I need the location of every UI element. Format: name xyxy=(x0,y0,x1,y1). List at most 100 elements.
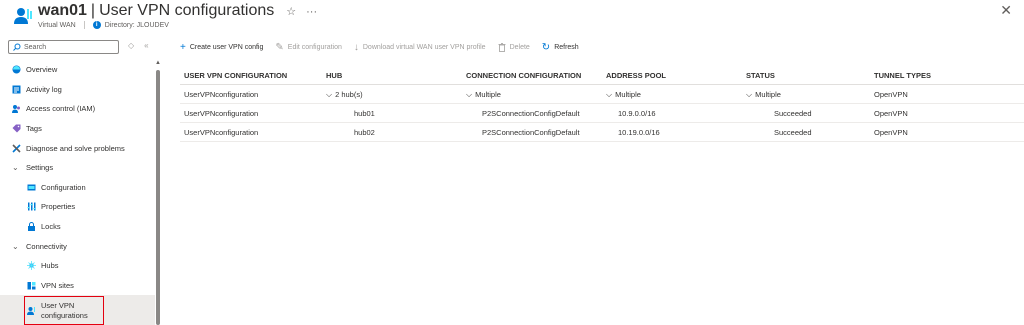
more-options-icon[interactable]: ··· xyxy=(306,6,317,18)
properties-icon xyxy=(27,202,36,211)
download-profile-button[interactable]: ↓ Download virtual WAN user VPN profile xyxy=(354,42,486,53)
scroll-thumb[interactable] xyxy=(156,70,160,325)
table-cell: P2SConnectionConfigDefault xyxy=(482,128,580,137)
sidebar-group-label: Settings xyxy=(26,163,54,173)
download-icon: ↓ xyxy=(353,41,359,53)
column-header[interactable]: TUNNEL TYPES xyxy=(874,66,931,85)
table-cell: UserVPNconfiguration xyxy=(184,90,259,99)
lock-icon xyxy=(28,222,35,232)
refresh-button[interactable]: ↻ Refresh xyxy=(542,42,579,53)
table-cell: OpenVPN xyxy=(874,90,908,99)
sidebar-item-label: Activity log xyxy=(26,84,62,94)
table-row[interactable]: UserVPNconfiguration hub01 P2SConnection… xyxy=(180,104,1024,123)
page-header: wan01 | User VPN configurations ☆ ··· Vi… xyxy=(0,0,1024,34)
configuration-icon xyxy=(27,184,36,191)
column-header[interactable]: HUB xyxy=(326,66,342,85)
table-group-row[interactable]: UserVPNconfiguration ⌵ 2 hub(s) ⌵ Multiple… xyxy=(180,85,1024,104)
activity-log-icon xyxy=(12,85,21,94)
sidebar-item-hubs[interactable]: Hubs xyxy=(0,256,155,276)
sidebar-item-diagnose[interactable]: Diagnose and solve problems xyxy=(0,138,155,158)
table-cell: 10.9.0.0/16 xyxy=(618,109,656,118)
favorite-star-icon[interactable]: ☆ xyxy=(286,5,296,18)
search-placeholder: Search xyxy=(24,43,47,51)
column-header[interactable]: CONNECTION CONFIGURATION xyxy=(466,66,581,85)
sidebar-item-label: Hubs xyxy=(41,261,59,271)
divider xyxy=(83,21,85,29)
table-cell: OpenVPN xyxy=(874,128,908,137)
overview-icon xyxy=(12,65,21,74)
hub-expand-toggle[interactable]: ⌵ 2 hub(s) xyxy=(326,85,363,104)
table-row[interactable]: UserVPNconfiguration hub02 P2SConnection… xyxy=(180,123,1024,142)
sidebar-item-user-vpn-configurations[interactable]: User VPN configurations xyxy=(0,295,155,325)
connection-expand-toggle[interactable]: ⌵ Multiple xyxy=(466,85,501,104)
sidebar-item-label: Tags xyxy=(26,124,42,134)
edit-configuration-button[interactable]: ✎ Edit configuration xyxy=(275,42,341,53)
collapse-sidebar-icon[interactable]: « xyxy=(144,41,158,50)
sidebar-scrollbar[interactable]: ▲ xyxy=(155,60,161,325)
command-bar: + Create user VPN config ✎ Edit configur… xyxy=(180,40,591,54)
chevron-down-icon: ⌄ xyxy=(12,241,19,251)
sidebar-item-label: Locks xyxy=(41,222,61,232)
chevron-down-icon: ⌵ xyxy=(326,89,333,99)
sidebar-item-vpn-sites[interactable]: VPN sites xyxy=(0,276,155,296)
refresh-icon: ↻ xyxy=(541,41,551,53)
scroll-up-icon[interactable]: ▲ xyxy=(155,60,161,66)
resource-type: Virtual WAN xyxy=(38,21,76,29)
sidebar-item-tags[interactable]: Tags xyxy=(0,119,155,139)
sidebar-item-overview[interactable]: Overview xyxy=(0,60,155,80)
column-header[interactable]: STATUS xyxy=(746,66,775,85)
sidebar-item-label: Diagnose and solve problems xyxy=(26,143,125,153)
column-header[interactable]: ADDRESS POOL xyxy=(606,66,666,85)
table-cell: 10.19.0.0/16 xyxy=(618,128,660,137)
search-input[interactable]: Search xyxy=(8,40,119,54)
sidebar-group-settings[interactable]: ⌄ Settings xyxy=(0,158,155,178)
address-pool-expand-toggle[interactable]: ⌵ Multiple xyxy=(606,85,641,104)
page-title: User VPN configurations xyxy=(99,2,275,19)
create-user-vpn-config-button[interactable]: + Create user VPN config xyxy=(180,42,263,53)
directory-label: Directory: JLOUDEV xyxy=(104,21,169,29)
sidebar-item-activity-log[interactable]: Activity log xyxy=(0,80,155,100)
sidebar-item-label: Overview xyxy=(26,65,58,75)
table-cell: UserVPNconfiguration xyxy=(184,128,259,137)
sidebar-nav: Overview Activity log Access control (IA… xyxy=(0,60,155,325)
chevron-down-icon: ⌵ xyxy=(746,89,753,99)
table-cell: Multiple xyxy=(475,90,501,99)
edit-pencil-icon: ✎ xyxy=(275,41,284,53)
table-cell: UserVPNconfiguration xyxy=(184,109,259,118)
table-cell: Multiple xyxy=(615,90,641,99)
table-cell: P2SConnectionConfigDefault xyxy=(482,109,580,118)
sidebar: Search ◇« Overview Activity log Access c… xyxy=(0,36,162,325)
resource-name: wan01 xyxy=(38,2,87,19)
chevron-down-icon: ⌵ xyxy=(466,89,473,99)
tag-icon xyxy=(12,124,21,133)
table-cell: hub02 xyxy=(354,128,375,137)
table-cell: Succeeded xyxy=(774,128,812,137)
hub-icon xyxy=(27,261,36,271)
collapse-controls[interactable]: ◇« xyxy=(128,41,159,50)
sidebar-item-properties[interactable]: Properties xyxy=(0,197,155,217)
close-icon[interactable]: ✕ xyxy=(1000,2,1012,19)
sidebar-group-connectivity[interactable]: ⌄ Connectivity xyxy=(0,236,155,256)
title-separator: | xyxy=(90,2,96,19)
status-expand-toggle[interactable]: ⌵ Multiple xyxy=(746,85,781,104)
sidebar-item-iam[interactable]: Access control (IAM) xyxy=(0,99,155,119)
user-vpn-config-table: USER VPN CONFIGURATION HUB CONNECTION CO… xyxy=(180,66,1024,142)
table-cell: Multiple xyxy=(755,90,781,99)
table-cell: 2 hub(s) xyxy=(335,90,363,99)
sidebar-item-configuration[interactable]: Configuration xyxy=(0,178,155,198)
chevron-down-icon: ⌵ xyxy=(606,89,613,99)
expand-collapse-icon[interactable]: ◇ xyxy=(128,41,144,50)
button-label: Refresh xyxy=(554,43,579,51)
table-cell: Succeeded xyxy=(774,109,812,118)
wrench-icon xyxy=(12,144,21,153)
sidebar-item-label: Access control (IAM) xyxy=(26,104,96,114)
info-icon: i xyxy=(92,21,101,29)
column-header[interactable]: USER VPN CONFIGURATION xyxy=(184,66,287,85)
button-label: Create user VPN config xyxy=(189,43,264,51)
sidebar-item-locks[interactable]: Locks xyxy=(0,217,155,237)
delete-button[interactable]: Delete xyxy=(498,42,530,52)
iam-icon xyxy=(12,105,20,114)
table-cell: OpenVPN xyxy=(874,109,908,118)
search-icon xyxy=(13,43,21,51)
button-label: Edit configuration xyxy=(287,43,342,51)
